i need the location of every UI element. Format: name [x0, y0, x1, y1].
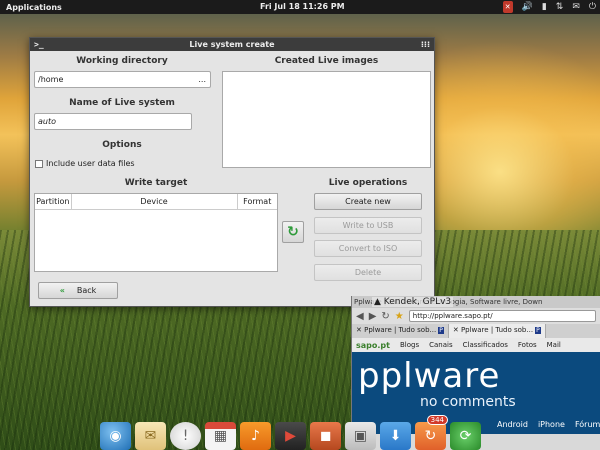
refresh-button[interactable]: ↻ — [282, 221, 304, 243]
delete-button[interactable]: Delete — [314, 264, 422, 281]
nav-forum[interactable]: Fórum — [575, 420, 600, 429]
sapo-link-classificados[interactable]: Classificados — [463, 341, 508, 349]
system-tray: ✕ 🔊 ▮ ⇅ ✉ ⏻ — [502, 1, 596, 13]
column-partition[interactable]: Partition — [35, 194, 72, 210]
sapo-logo[interactable]: sapo.pt — [356, 341, 390, 350]
back-arrow-icon: « — [59, 286, 65, 295]
chat-icon[interactable]: ! — [170, 422, 201, 450]
sapo-link-blogs[interactable]: Blogs — [400, 341, 419, 349]
browser-tab-1[interactable]: ✕ Pplware | Tudo sob... P — [352, 324, 449, 338]
video-icon[interactable]: ▶ — [275, 422, 306, 450]
updates-icon[interactable]: ↻ 344 — [415, 415, 448, 450]
live-system-name-field[interactable]: auto — [34, 113, 192, 130]
forward-icon[interactable]: ▶ — [369, 311, 377, 322]
power-icon[interactable]: ⏻ — [589, 1, 596, 13]
browse-button[interactable]: ... — [198, 72, 206, 87]
pplware-tagline: no comments — [420, 394, 516, 410]
created-images-list[interactable] — [222, 71, 431, 168]
working-directory-label: Working directory — [76, 56, 168, 66]
refresh-icon: ↻ — [287, 224, 299, 240]
battery-icon[interactable]: ▮ — [542, 1, 547, 13]
browser-tabs: ✕ Pplware | Tudo sob... P ✕ Pplware | Tud… — [352, 324, 600, 338]
top-panel: Applications Fri Jul 18 11:26 PM ✕ 🔊 ▮ ⇅… — [0, 0, 600, 14]
live-system-create-window: >_ Live system create ⁝⁝⁝ Working direct… — [29, 37, 435, 307]
reload-icon[interactable]: ↻ — [381, 311, 389, 322]
window-titlebar[interactable]: >_ Live system create ⁝⁝⁝ — [30, 38, 434, 51]
clock[interactable]: Fri Jul 18 11:26 PM — [260, 2, 345, 11]
sapo-link-canais[interactable]: Canais — [429, 341, 453, 349]
live-system-name-value: auto — [38, 117, 57, 126]
write-target-table[interactable]: Partition Device Format — [34, 193, 278, 272]
column-device[interactable]: Device — [71, 194, 238, 210]
music-icon[interactable]: ♪ — [240, 422, 271, 450]
browser-tab-2[interactable]: ✕ Pplware | Tudo sob... P — [448, 324, 546, 338]
pplware-favicon-icon: P — [438, 327, 444, 334]
settings-icon[interactable]: ✉ — [572, 1, 580, 13]
write-to-usb-button[interactable]: Write to USB — [314, 217, 422, 234]
include-user-data-label[interactable]: Include user data files — [46, 159, 135, 168]
window-menu-icon[interactable]: ⁝⁝⁝ — [421, 38, 430, 51]
back-button[interactable]: « Back — [38, 282, 118, 299]
browser-toolbar: ◀ ▶ ↻ ★ http://pplware.sapo.pt/ — [352, 308, 600, 324]
sapo-link-fotos[interactable]: Fotos — [518, 341, 537, 349]
window-title: Live system create — [189, 40, 275, 49]
working-directory-field[interactable]: /home ... — [34, 71, 211, 88]
update-count-badge: 344 — [426, 415, 448, 425]
column-format[interactable]: Format — [237, 194, 277, 210]
tooltip-text: Kendek, GPLv3 — [383, 297, 452, 307]
back-label: Back — [76, 286, 97, 295]
dock: ◉ ✉ ! ▦ ♪ ▶ ◼ ▣ ⬇ ↻ 344 ⟳ — [100, 415, 481, 450]
nav-iphone[interactable]: iPhone — [538, 420, 565, 429]
browser-tab-2-label: Pplware | Tudo sob... — [460, 326, 534, 334]
browser-tab-1-label: Pplware | Tudo sob... — [364, 326, 437, 334]
pplware-banner[interactable]: pplware no comments — [352, 352, 600, 414]
include-user-data-checkbox[interactable] — [35, 160, 43, 168]
sapo-bar: sapo.pt Blogs Canais Classificados Fotos… — [352, 338, 600, 352]
bookmark-star-icon[interactable]: ★ — [395, 311, 404, 322]
calendar-icon[interactable]: ▦ — [205, 422, 236, 450]
working-directory-value: /home — [38, 75, 64, 84]
write-target-label: Write target — [124, 178, 188, 188]
pplware-favicon-icon: P — [535, 327, 541, 334]
network-icon[interactable]: ⇅ — [556, 1, 564, 13]
created-images-label: Created Live images — [274, 56, 379, 66]
close-x-icon[interactable]: ✕ — [502, 1, 513, 13]
create-new-button[interactable]: Create new — [314, 193, 422, 210]
back-icon[interactable]: ◀ — [356, 311, 364, 322]
url-bar[interactable]: http://pplware.sapo.pt/ — [408, 310, 596, 322]
live-system-name-label: Name of Live system — [69, 98, 175, 108]
photos-icon[interactable]: ◼ — [310, 422, 341, 450]
write-target-header: Partition Device Format — [35, 194, 277, 210]
sync-icon[interactable]: ⟳ — [450, 422, 481, 450]
convert-to-iso-button[interactable]: Convert to ISO — [314, 240, 422, 257]
sapo-link-mail[interactable]: Mail — [547, 341, 561, 349]
mail-icon[interactable]: ✉ — [135, 422, 166, 450]
terminal-icon: >_ — [34, 40, 44, 49]
tooltip: ▲ Kendek, GPLv3 — [372, 297, 454, 307]
windows-icon[interactable]: ▣ — [345, 422, 376, 450]
options-label: Options — [102, 140, 142, 150]
web-browser-icon[interactable]: ◉ — [100, 422, 131, 450]
downloads-icon[interactable]: ⬇ — [380, 422, 411, 450]
applications-menu[interactable]: Applications — [0, 3, 62, 12]
live-operations-label: Live operations — [328, 178, 408, 188]
nav-android[interactable]: Android — [497, 420, 528, 429]
pplware-logo: pplware — [358, 356, 501, 396]
volume-icon[interactable]: 🔊 — [522, 1, 533, 13]
